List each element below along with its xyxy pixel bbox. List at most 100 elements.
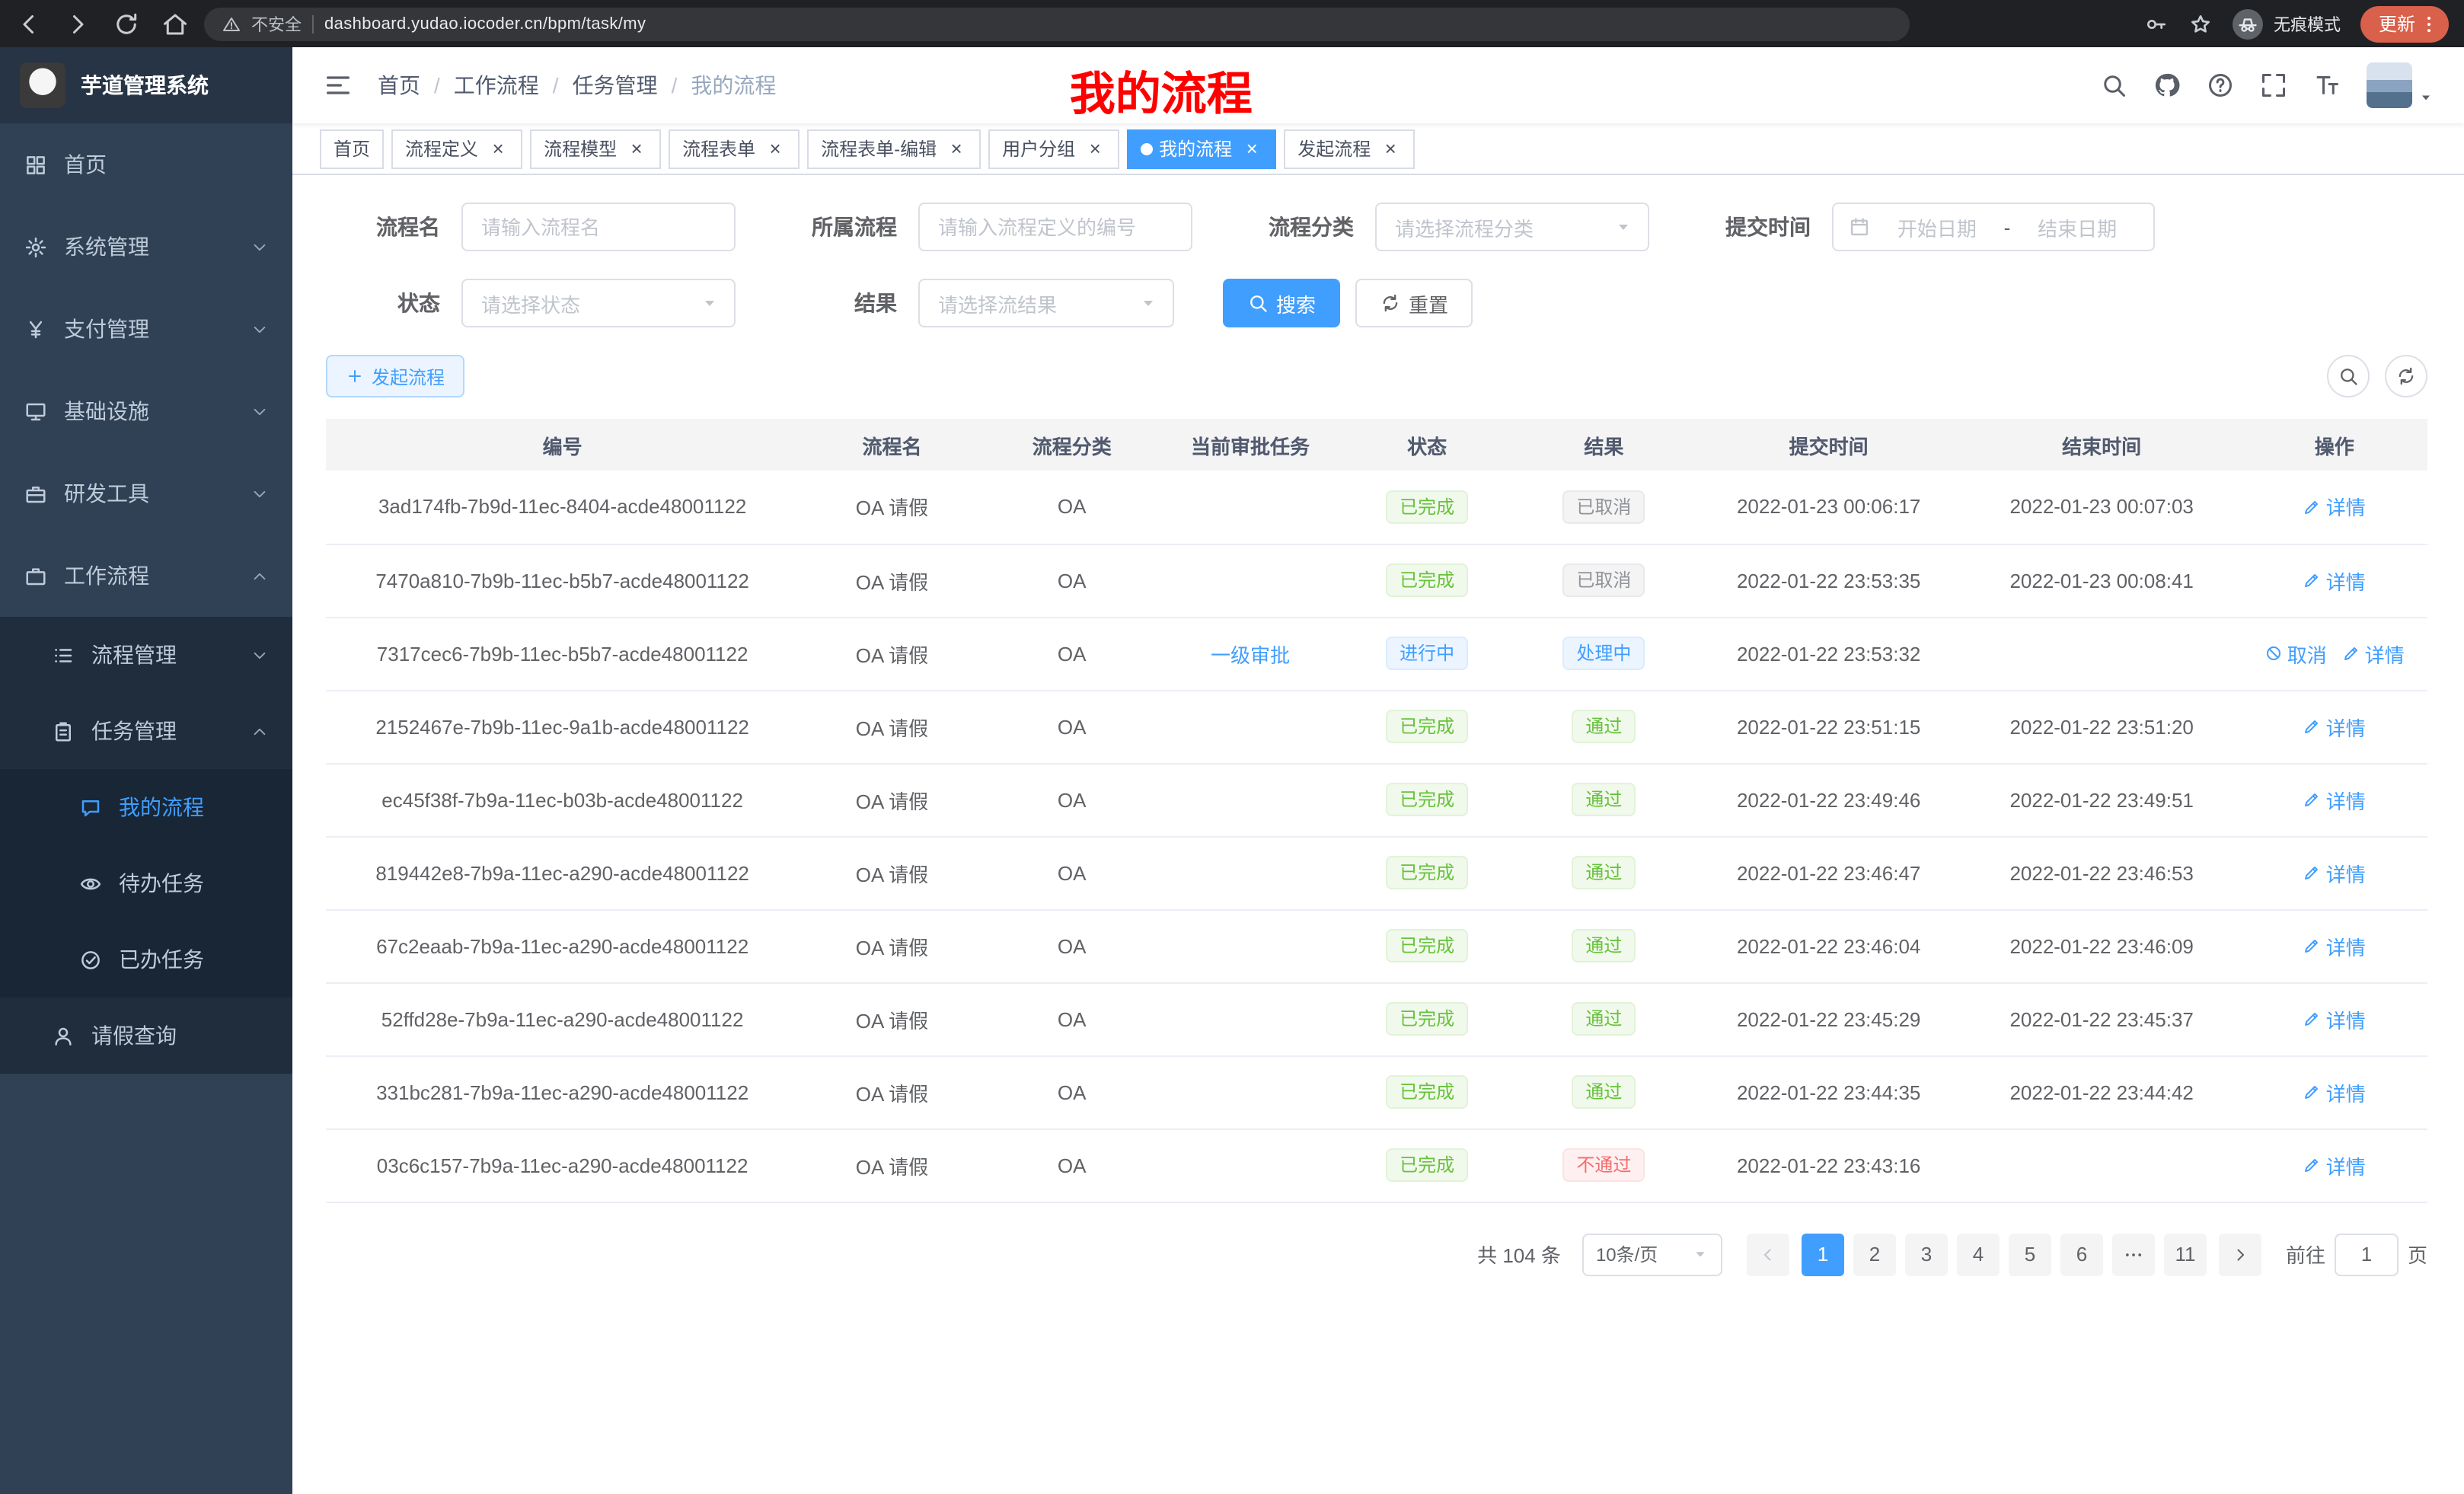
detail-button[interactable]: 详情 xyxy=(2303,712,2366,741)
current-task-link[interactable]: 一级审批 xyxy=(1211,643,1290,666)
refresh-table-button[interactable] xyxy=(2385,355,2427,397)
browser-home-button[interactable] xyxy=(161,10,189,37)
status-badge: 已完成 xyxy=(1386,1002,1468,1036)
status-select[interactable]: 请选择状态 xyxy=(461,279,736,327)
result-select[interactable]: 请选择流结果 xyxy=(918,279,1174,327)
close-icon[interactable]: × xyxy=(487,138,509,159)
browser-update-button[interactable]: 更新 xyxy=(2360,5,2449,42)
close-icon[interactable]: × xyxy=(1084,138,1106,159)
sidebar-item-todo-task[interactable]: 待办任务 xyxy=(0,845,292,921)
dots-vertical-icon xyxy=(2418,13,2440,34)
breadcrumb-item[interactable]: 任务管理 xyxy=(573,70,658,101)
process-name-label: 流程名 xyxy=(344,212,440,242)
content: 流程名 所属流程 流程分类 请选择流程分类 xyxy=(292,175,2464,1494)
edit-icon xyxy=(2303,717,2322,736)
font-size-icon[interactable] xyxy=(2313,72,2341,99)
close-icon[interactable]: × xyxy=(1241,138,1262,159)
hamburger-icon[interactable] xyxy=(323,70,353,101)
cell-submit-time: 2022-01-22 23:51:15 xyxy=(1696,690,1962,763)
cancel-button[interactable]: 取消 xyxy=(2265,639,2327,668)
tab-process-form-edit[interactable]: 流程表单-编辑× xyxy=(807,129,981,168)
chev-down-icon xyxy=(251,403,268,420)
url-text: dashboard.yudao.iocoder.cn/bpm/task/my xyxy=(324,14,646,33)
page-button-11[interactable]: 11 xyxy=(2164,1233,2207,1275)
check-badge-icon xyxy=(79,948,102,971)
page-button-1[interactable]: 1 xyxy=(1802,1233,1844,1275)
active-tab-dot xyxy=(1141,142,1153,155)
sidebar-item-done-task[interactable]: 已办任务 xyxy=(0,921,292,998)
detail-button[interactable]: 详情 xyxy=(2303,1004,2366,1033)
page-button-3[interactable]: 3 xyxy=(1905,1233,1948,1275)
header-search-icon[interactable] xyxy=(2100,72,2127,99)
page-button-2[interactable]: 2 xyxy=(1853,1233,1896,1275)
status-badge: 进行中 xyxy=(1386,637,1468,670)
close-icon[interactable]: × xyxy=(946,138,967,159)
column-header: 操作 xyxy=(2241,419,2427,471)
sidebar-item-task-management[interactable]: 任务管理 xyxy=(0,693,292,769)
detail-button[interactable]: 详情 xyxy=(2342,639,2405,668)
help-icon[interactable] xyxy=(2207,72,2234,99)
next-page-button[interactable] xyxy=(2219,1233,2261,1275)
close-icon[interactable]: × xyxy=(764,138,786,159)
detail-button[interactable]: 详情 xyxy=(2303,931,2366,960)
submit-time-range-picker[interactable]: 开始日期 - 结束日期 xyxy=(1832,203,2155,251)
browser-reload-button[interactable] xyxy=(113,10,140,37)
sidebar-item-workflow[interactable]: 工作流程 xyxy=(0,535,292,617)
close-icon[interactable]: × xyxy=(1380,138,1401,159)
close-icon[interactable]: × xyxy=(626,138,647,159)
start-process-button[interactable]: 发起流程 xyxy=(326,355,464,397)
tab-start-process[interactable]: 发起流程× xyxy=(1284,129,1415,168)
fullscreen-icon[interactable] xyxy=(2260,72,2287,99)
sidebar-item-payment-management[interactable]: 支付管理 xyxy=(0,288,292,370)
tab-process-model[interactable]: 流程模型× xyxy=(530,129,661,168)
github-icon[interactable] xyxy=(2153,72,2181,99)
tab-home[interactable]: 首页 xyxy=(320,129,384,168)
cell-submit-time: 2022-01-22 23:46:04 xyxy=(1696,909,1962,982)
edit-icon xyxy=(2303,937,2322,955)
search-button[interactable]: 搜索 xyxy=(1223,279,1340,327)
sidebar-item-system-management[interactable]: 系统管理 xyxy=(0,206,292,288)
tab-my-process[interactable]: 我的流程× xyxy=(1127,129,1276,168)
sidebar-item-my-process[interactable]: 我的流程 xyxy=(0,769,292,845)
sidebar-item-leave-query[interactable]: 请假查询 xyxy=(0,998,292,1074)
browser-back-button[interactable] xyxy=(15,10,43,37)
sidebar-item-dev-tools[interactable]: 研发工具 xyxy=(0,452,292,535)
logo-area[interactable]: 芋道管理系统 xyxy=(0,47,292,123)
sidebar-item-home[interactable]: 首页 xyxy=(0,123,292,206)
tab-process-definition[interactable]: 流程定义× xyxy=(391,129,522,168)
bookmark-star-button[interactable] xyxy=(2188,11,2213,36)
detail-button[interactable]: 详情 xyxy=(2303,493,2366,522)
cell-current-task xyxy=(1159,1055,1342,1128)
process-name-input[interactable] xyxy=(461,203,736,251)
sidebar-item-process-management[interactable]: 流程管理 xyxy=(0,617,292,693)
detail-button[interactable]: 详情 xyxy=(2303,566,2366,595)
breadcrumb-item[interactable]: 首页 xyxy=(378,70,420,101)
tab-process-form[interactable]: 流程表单× xyxy=(669,129,800,168)
breadcrumb-separator: / xyxy=(672,73,678,97)
page-button-4[interactable]: 4 xyxy=(1957,1233,2000,1275)
goto-page-input[interactable] xyxy=(2335,1233,2399,1275)
sidebar-item-infrastructure[interactable]: 基础设施 xyxy=(0,370,292,452)
browser-forward-button[interactable] xyxy=(64,10,91,37)
browser-chrome: 不安全 dashboard.yudao.iocoder.cn/bpm/task/… xyxy=(0,0,2464,47)
detail-button[interactable]: 详情 xyxy=(2303,858,2366,887)
tab-user-group[interactable]: 用户分组× xyxy=(988,129,1119,168)
password-key-button[interactable] xyxy=(2144,11,2169,36)
incognito-label: 无痕模式 xyxy=(2274,11,2341,36)
detail-button[interactable]: 详情 xyxy=(2303,785,2366,814)
page-button-6[interactable]: 6 xyxy=(2060,1233,2103,1275)
user-menu[interactable] xyxy=(2367,62,2434,108)
category-select[interactable]: 请选择流程分类 xyxy=(1375,203,1649,251)
page-size-select[interactable]: 10条/页 xyxy=(1582,1233,1722,1275)
show-search-button[interactable] xyxy=(2327,355,2370,397)
prev-page-button[interactable] xyxy=(1747,1233,1789,1275)
reset-button[interactable]: 重置 xyxy=(1355,279,1473,327)
detail-button[interactable]: 详情 xyxy=(2303,1077,2366,1106)
address-bar[interactable]: 不安全 dashboard.yudao.iocoder.cn/bpm/task/… xyxy=(204,7,1910,40)
page-button-5[interactable]: 5 xyxy=(2009,1233,2051,1275)
more-pages-button[interactable] xyxy=(2112,1233,2155,1275)
column-header: 编号 xyxy=(326,419,799,471)
process-definition-input[interactable] xyxy=(918,203,1192,251)
breadcrumb-item[interactable]: 工作流程 xyxy=(454,70,539,101)
detail-button[interactable]: 详情 xyxy=(2303,1151,2366,1180)
